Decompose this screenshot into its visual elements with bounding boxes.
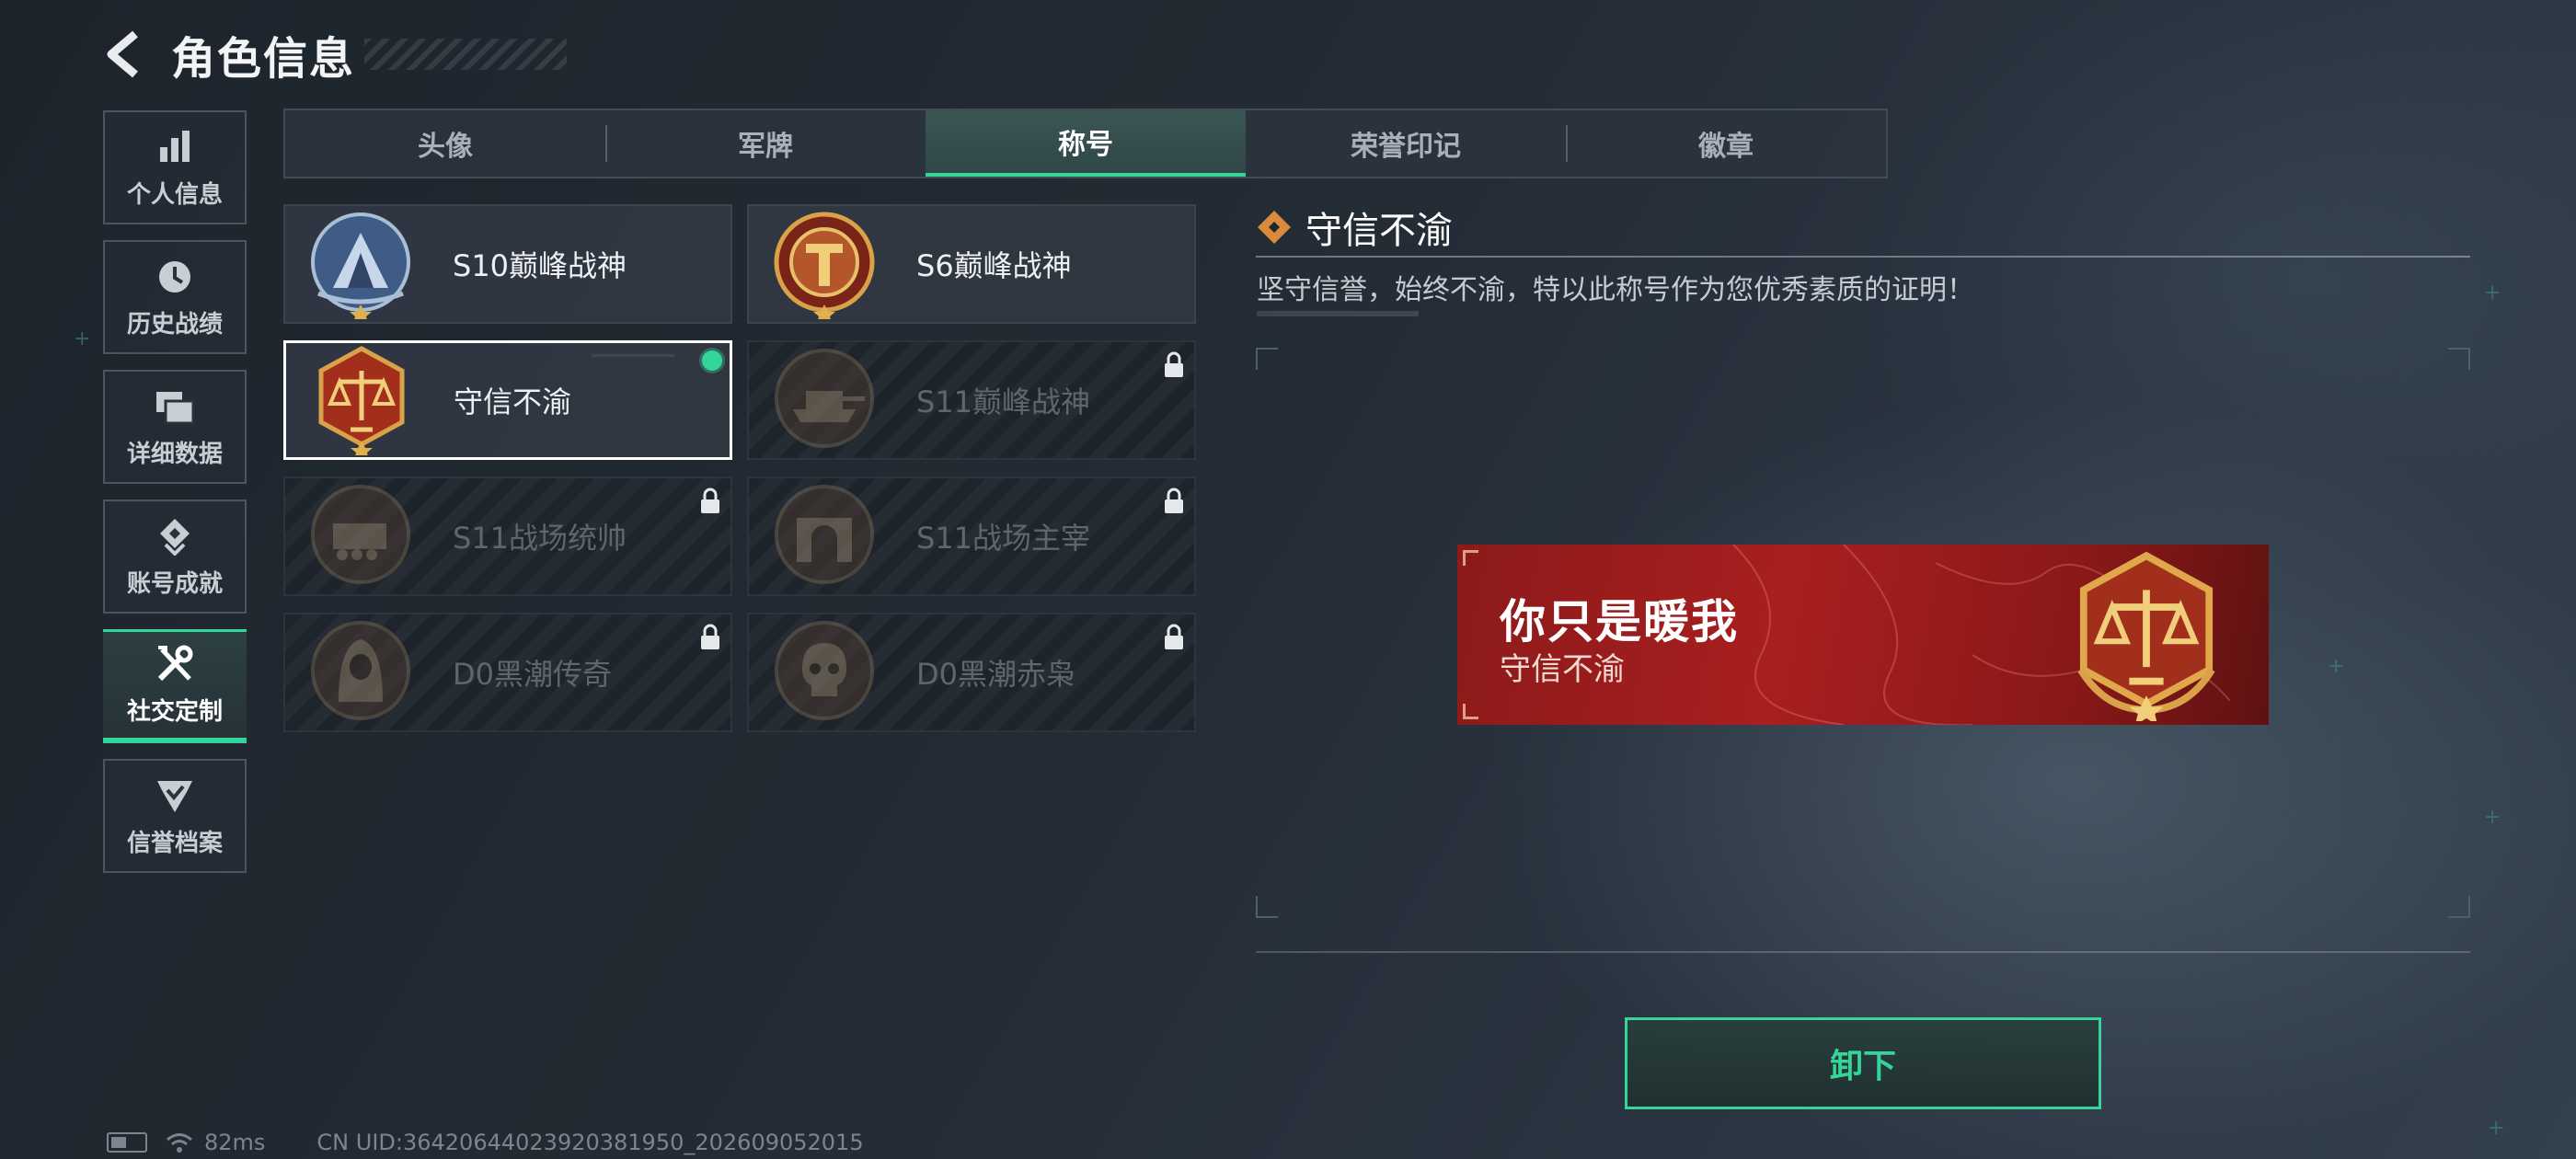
sidebar-item-label: 信誉档案 <box>126 829 223 857</box>
title-name: S10巅峰战神 <box>453 248 627 283</box>
banner-title-name: 守信不渝 <box>1500 651 1625 688</box>
hud-cross-decoration: + <box>2488 1117 2505 1140</box>
divider <box>1256 256 2470 258</box>
lock-icon <box>701 624 719 649</box>
equipped-indicator-icon <box>702 350 722 371</box>
detail-title-name: 守信不渝 <box>1305 210 1453 252</box>
emblem-skull-icon <box>775 621 874 720</box>
title-name: S11巅峰战神 <box>916 384 1091 419</box>
title-card-locked[interactable]: S11战场统帅 <box>283 476 732 596</box>
detail-decoration <box>1257 311 1419 316</box>
tab-badge[interactable]: 徽章 <box>1566 110 1886 177</box>
lock-icon <box>1165 624 1183 649</box>
battery-icon <box>107 1132 147 1153</box>
lock-icon <box>1165 351 1183 377</box>
title-card-locked[interactable]: D0黑潮赤枭 <box>747 613 1196 732</box>
ping-value: 82ms <box>204 1130 266 1155</box>
emblem-scales-icon <box>2077 551 2215 721</box>
title-name: S11战场主宰 <box>916 521 1091 556</box>
banner-corner <box>1463 550 1478 566</box>
card-decoration <box>592 354 674 357</box>
sidebar-item-credit-file[interactable]: 信誉档案 <box>103 759 247 873</box>
emblem-tank-icon <box>775 349 874 448</box>
uid-text: CN UID:3642064402392038195​0_20260905201… <box>316 1130 864 1155</box>
lock-icon <box>701 488 719 513</box>
emblem-apc-icon <box>311 485 410 584</box>
title-card-locked[interactable]: S11战场主宰 <box>747 476 1196 596</box>
status-bar: 82ms CN UID:3642064402392038195​0_202609… <box>107 1130 864 1155</box>
banner-corner <box>1463 704 1478 719</box>
title-name: S6巅峰战神 <box>916 248 1072 283</box>
sidebar-item-detailed-data[interactable]: 详细数据 <box>103 370 247 484</box>
shield-check-icon <box>154 775 196 817</box>
sidebar-item-label: 历史战绩 <box>126 310 223 339</box>
sidebar-item-personal-info[interactable]: 个人信息 <box>103 110 247 224</box>
banner-player-name: 你只是暖我 <box>1500 595 1739 648</box>
orange-diamond-icon <box>1258 211 1291 244</box>
title-name: S11战场统帅 <box>453 521 627 556</box>
emblem-mountain-icon <box>311 212 410 319</box>
emblem-arch-icon <box>775 485 874 584</box>
category-tabs: 头像 军牌 称号 荣誉印记 徽章 <box>283 109 1888 178</box>
title-card[interactable]: S6巅峰战神 <box>747 204 1196 324</box>
page-header: 角色信息 <box>101 22 568 86</box>
emblem-scales-icon <box>318 346 405 455</box>
detail-header: 守信不渝 <box>1256 201 1453 254</box>
sidebar: 个人信息 历史战绩 详细数据 账号成就 社交定制 信誉档案 <box>103 110 250 889</box>
title-name: D0黑潮传奇 <box>453 657 613 692</box>
frame-corner <box>1256 896 1278 918</box>
sidebar-item-achievements[interactable]: 账号成就 <box>103 499 247 614</box>
title-card[interactable]: S10巅峰战神 <box>283 204 732 324</box>
sidebar-item-social-custom[interactable]: 社交定制 <box>103 629 247 743</box>
title-card-selected[interactable]: 守信不渝 <box>283 340 732 460</box>
frame-corner <box>2448 348 2470 370</box>
sidebar-item-history[interactable]: 历史战绩 <box>103 240 247 354</box>
tab-title[interactable]: 称号 <box>926 110 1246 177</box>
folders-icon <box>154 385 196 428</box>
emblem-hooded-figure-icon <box>311 621 410 720</box>
back-arrow-icon[interactable] <box>101 27 147 82</box>
tab-avatar[interactable]: 头像 <box>285 110 605 177</box>
hud-cross-decoration: + <box>74 327 91 350</box>
sidebar-item-label: 详细数据 <box>126 440 223 468</box>
frame-corner <box>2448 896 2470 918</box>
tab-dog-tag[interactable]: 军牌 <box>605 110 926 177</box>
tab-honor-mark[interactable]: 荣誉印记 <box>1246 110 1566 177</box>
diamond-badge-icon <box>154 515 196 557</box>
unequip-button[interactable]: 卸下 <box>1625 1017 2101 1109</box>
tools-icon <box>154 643 196 685</box>
sidebar-item-label: 社交定制 <box>126 698 223 726</box>
lock-icon <box>1165 488 1183 513</box>
detail-description: 坚守信誉，始终不渝，特以此称号作为您优秀素质的证明！ <box>1257 274 1974 306</box>
title-name: 守信不渝 <box>454 384 572 419</box>
clock-icon <box>154 256 196 298</box>
emblem-t-shield-icon <box>774 212 875 319</box>
title-name: D0黑潮赤枭 <box>916 657 1076 692</box>
title-preview-banner: 你只是暖我 守信不渝 <box>1457 545 2269 725</box>
frame-corner <box>1256 348 1278 370</box>
page-title: 角色信息 <box>171 33 356 85</box>
sidebar-item-label: 账号成就 <box>126 569 223 598</box>
hud-cross-decoration: + <box>2484 281 2501 304</box>
title-card-locked[interactable]: S11巅峰战神 <box>747 340 1196 460</box>
title-decoration <box>364 39 568 70</box>
divider <box>1256 951 2470 953</box>
title-card-locked[interactable]: D0黑潮传奇 <box>283 613 732 732</box>
wifi-icon <box>167 1133 192 1153</box>
bar-chart-icon <box>154 126 196 168</box>
sidebar-item-label: 个人信息 <box>126 180 223 209</box>
hud-cross-decoration: + <box>2484 806 2501 829</box>
title-grid: S10巅峰战神 S6巅峰战神 守信不渝 S11巅峰战神 S11战场统帅 S11战… <box>283 204 1196 732</box>
